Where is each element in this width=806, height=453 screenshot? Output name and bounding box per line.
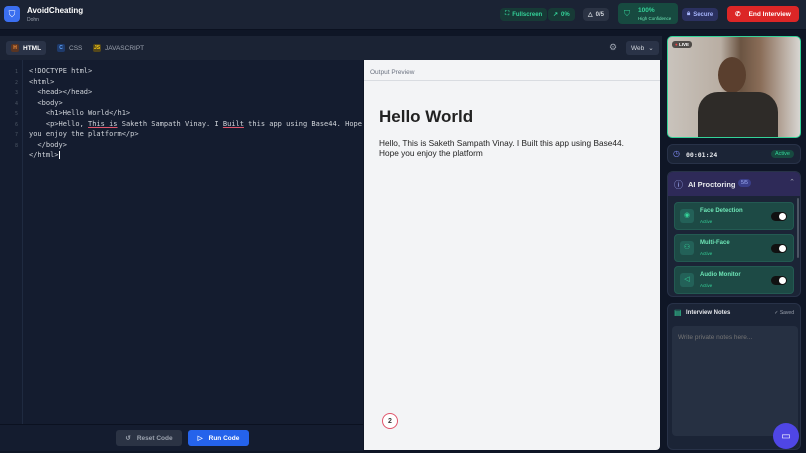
chevron-down-icon: ⌄ [648, 45, 654, 52]
audio-monitor-toggle[interactable] [771, 276, 787, 285]
top-header: ⛉ AvoidCheating Dohn ⛶ Fullscreen ↗ 0% △ 0/… [0, 0, 806, 30]
trend-badge: ↗ 0% [548, 8, 575, 21]
candidate-name: Dohn [27, 17, 39, 23]
chat-button[interactable]: ▭ [773, 423, 799, 449]
end-interview-button[interactable]: ✆ End Interview [727, 6, 799, 22]
fullscreen-icon: ⛶ [505, 11, 510, 17]
fullscreen-button[interactable]: ⛶ Fullscreen [500, 8, 548, 21]
scrollbar[interactable] [797, 198, 799, 258]
face-detection-toggle[interactable] [771, 212, 787, 221]
candidate-face [718, 57, 746, 93]
ai-proctoring-panel: ⓘ AI Proctoring 5/5 ⌃ ◉ Face Detection A… [667, 171, 801, 297]
reset-code-button[interactable]: ↺ Reset Code [116, 430, 182, 446]
saved-status: ✓ Saved [774, 310, 794, 316]
speaker-icon: ◁ [680, 273, 694, 287]
warning-icon: △ [588, 12, 593, 18]
editor-toolbar: H HTML C CSS JS JAVASCRIPT ⚙ Web ⌄ [0, 36, 662, 60]
secure-badge: 🔒︎ Secure [682, 8, 719, 21]
confidence-badge: ⛉ 100% High Confidence [618, 3, 678, 24]
shield-logo-icon: ⛉ [4, 6, 20, 22]
run-code-button[interactable]: ▷ Run Code [188, 430, 249, 446]
proctoring-count: 5/5 [738, 179, 751, 187]
clock-icon: ◷ [673, 149, 680, 158]
preview-heading: Hello World [379, 107, 474, 126]
users-icon: ⚇ [680, 241, 694, 255]
multi-face-toggle[interactable] [771, 244, 787, 253]
live-badge: ● LIVE [672, 41, 692, 48]
proctoring-header[interactable]: ⓘ AI Proctoring 5/5 ⌃ [668, 172, 800, 196]
mode-select[interactable]: Web ⌄ [626, 41, 659, 55]
brain-icon: ⓘ [674, 180, 684, 190]
shield-check-icon: ⛉ [624, 9, 630, 18]
play-icon: ▷ [197, 435, 203, 442]
feature-multi-face: ⚇ Multi-Face Active [674, 234, 794, 262]
preview-header: Output Preview [364, 60, 660, 81]
candidate-body [698, 92, 778, 137]
timer-status: Active [771, 150, 794, 158]
annotation-badge: 2 [382, 413, 398, 429]
editor-actions: ↺ Reset Code ▷ Run Code [0, 424, 363, 451]
lock-icon: 🔒︎ [687, 11, 691, 17]
notes-textarea[interactable] [672, 326, 798, 436]
line-gutter: 1 2 3 4 5 6 7 8 [0, 60, 23, 424]
timer-card: ◷ 00:01:24 Active [667, 144, 801, 164]
warnings-badge: △ 0/5 [583, 8, 609, 21]
tab-javascript[interactable]: JS JAVASCRIPT [88, 41, 149, 55]
phone-icon: ✆ [735, 11, 741, 18]
output-preview: Output Preview Hello World Hello, This i… [364, 60, 660, 450]
app-name: AvoidCheating [27, 6, 84, 15]
code-editor[interactable]: 1 2 3 4 5 6 7 8 <!DOCTYPE html> <html> <h… [0, 60, 363, 424]
chat-icon: ▭ [781, 430, 791, 442]
eye-icon: ◉ [680, 209, 694, 223]
trend-icon: ↗ [553, 12, 559, 18]
settings-gear-icon[interactable]: ⚙ [609, 42, 617, 53]
tab-css[interactable]: C CSS [52, 41, 87, 55]
document-icon: ▤ [674, 308, 682, 317]
feature-audio-monitor: ◁ Audio Monitor Active [674, 266, 794, 294]
preview-paragraph: Hello, This is Saketh Sampath Vinay. I B… [379, 138, 624, 158]
tab-html[interactable]: H HTML [6, 41, 47, 55]
code-content[interactable]: <!DOCTYPE html> <html> <head></head> <bod… [29, 66, 362, 161]
chevron-up-icon: ⌃ [789, 179, 795, 186]
candidate-video: ● LIVE [667, 36, 801, 138]
feature-face-detection: ◉ Face Detection Active [674, 202, 794, 230]
reset-icon: ↺ [125, 435, 131, 442]
